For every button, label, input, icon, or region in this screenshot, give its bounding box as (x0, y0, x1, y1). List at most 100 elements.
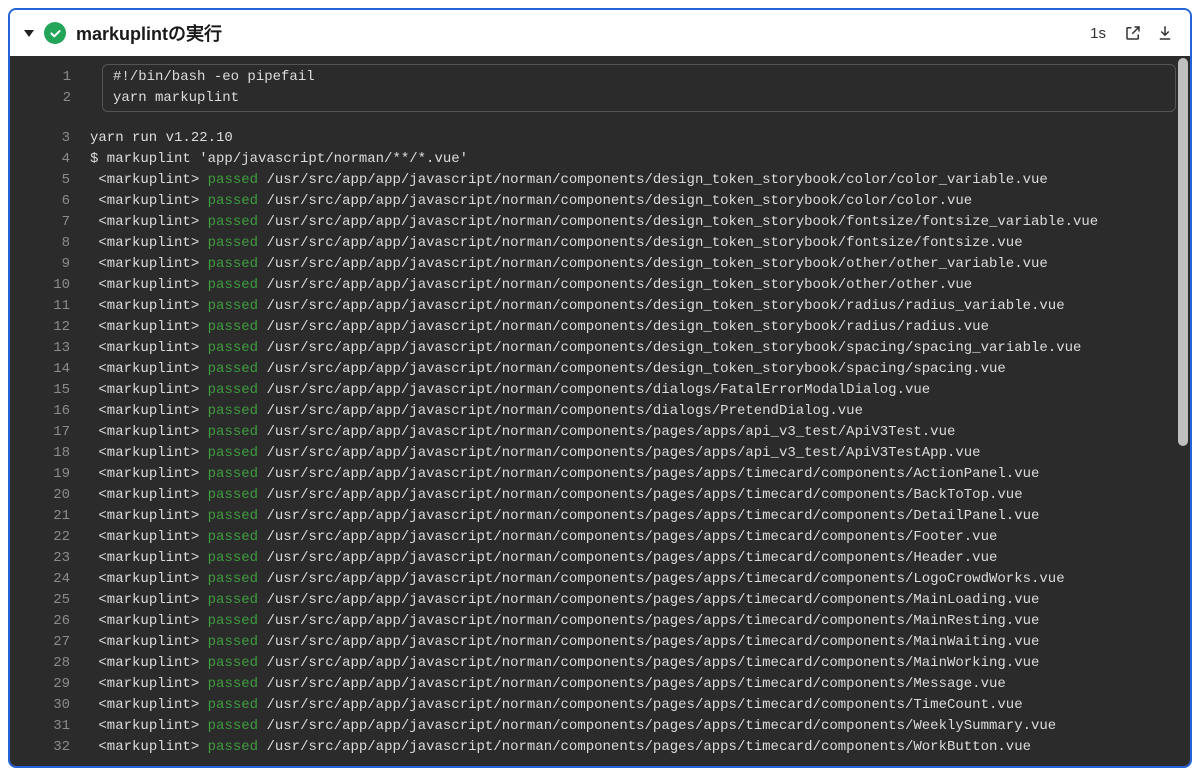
line-number: 12 (10, 317, 90, 338)
download-icon[interactable] (1154, 22, 1176, 44)
terminal-output: 1#!/bin/bash -eo pipefail2yarn markuplin… (10, 56, 1190, 766)
lint-result-line: 14 <markuplint> passed /usr/src/app/app/… (10, 359, 1190, 380)
lint-result-line: 17 <markuplint> passed /usr/src/app/app/… (10, 422, 1190, 443)
line-number: 23 (10, 548, 90, 569)
status-passed: passed (208, 170, 258, 191)
file-path: /usr/src/app/app/javascript/norman/compo… (266, 380, 930, 401)
line-number: 20 (10, 485, 90, 506)
tool-tag: <markuplint> (98, 254, 199, 275)
line-number: 13 (10, 338, 90, 359)
status-passed: passed (208, 401, 258, 422)
scrollbar[interactable] (1178, 58, 1188, 764)
line-number: 29 (10, 674, 90, 695)
status-passed: passed (208, 632, 258, 653)
step-panel: markuplintの実行 1s 1#!/bin/bash -eo pipefa… (8, 8, 1192, 768)
tool-tag: <markuplint> (98, 380, 199, 401)
line-number: 27 (10, 632, 90, 653)
command-line: 2yarn markuplint (103, 88, 1175, 109)
tool-tag: <markuplint> (98, 590, 199, 611)
file-path: /usr/src/app/app/javascript/norman/compo… (266, 527, 997, 548)
lint-result-line: 25 <markuplint> passed /usr/src/app/app/… (10, 590, 1190, 611)
lint-result-line: 28 <markuplint> passed /usr/src/app/app/… (10, 653, 1190, 674)
lint-result-line: 5 <markuplint> passed /usr/src/app/app/j… (10, 170, 1190, 191)
file-path: /usr/src/app/app/javascript/norman/compo… (266, 674, 1005, 695)
line-number: 7 (10, 212, 90, 233)
status-passed: passed (208, 422, 258, 443)
line-number: 4 (10, 149, 90, 170)
line-number: 26 (10, 611, 90, 632)
line-number: 19 (10, 464, 90, 485)
line-number: 6 (10, 191, 90, 212)
tool-tag: <markuplint> (98, 317, 199, 338)
line-number: 9 (10, 254, 90, 275)
lint-result-line: 15 <markuplint> passed /usr/src/app/app/… (10, 380, 1190, 401)
step-header[interactable]: markuplintの実行 1s (10, 10, 1190, 56)
output-line: 4$ markuplint 'app/javascript/norman/**/… (10, 149, 1190, 170)
lint-result-line: 12 <markuplint> passed /usr/src/app/app/… (10, 317, 1190, 338)
line-number: 5 (10, 170, 90, 191)
line-number: 16 (10, 401, 90, 422)
file-path: /usr/src/app/app/javascript/norman/compo… (266, 611, 1039, 632)
lint-result-line: 22 <markuplint> passed /usr/src/app/app/… (10, 527, 1190, 548)
status-passed: passed (208, 653, 258, 674)
lint-result-line: 8 <markuplint> passed /usr/src/app/app/j… (10, 233, 1190, 254)
status-passed: passed (208, 674, 258, 695)
file-path: /usr/src/app/app/javascript/norman/compo… (266, 590, 1039, 611)
line-number: 28 (10, 653, 90, 674)
tool-tag: <markuplint> (98, 233, 199, 254)
file-path: /usr/src/app/app/javascript/norman/compo… (266, 506, 1039, 527)
line-number: 1 (11, 67, 91, 88)
file-path: /usr/src/app/app/javascript/norman/compo… (266, 191, 972, 212)
file-path: /usr/src/app/app/javascript/norman/compo… (266, 422, 955, 443)
lint-result-line: 31 <markuplint> passed /usr/src/app/app/… (10, 716, 1190, 737)
file-path: /usr/src/app/app/javascript/norman/compo… (266, 716, 1056, 737)
line-number: 22 (10, 527, 90, 548)
lint-result-line: 32 <markuplint> passed /usr/src/app/app/… (10, 737, 1190, 758)
tool-tag: <markuplint> (98, 275, 199, 296)
tool-tag: <markuplint> (98, 653, 199, 674)
line-number: 3 (10, 128, 90, 149)
file-path: /usr/src/app/app/javascript/norman/compo… (266, 632, 1039, 653)
lint-result-line: 11 <markuplint> passed /usr/src/app/app/… (10, 296, 1190, 317)
tool-tag: <markuplint> (98, 695, 199, 716)
line-number: 11 (10, 296, 90, 317)
line-number: 32 (10, 737, 90, 758)
tool-tag: <markuplint> (98, 191, 199, 212)
file-path: /usr/src/app/app/javascript/norman/compo… (266, 359, 1005, 380)
line-number: 25 (10, 590, 90, 611)
file-path: /usr/src/app/app/javascript/norman/compo… (266, 254, 1047, 275)
status-passed: passed (208, 191, 258, 212)
tool-tag: <markuplint> (98, 359, 199, 380)
command-box: 1#!/bin/bash -eo pipefail2yarn markuplin… (102, 64, 1176, 112)
scrollbar-thumb[interactable] (1178, 58, 1188, 446)
file-path: /usr/src/app/app/javascript/norman/compo… (266, 548, 997, 569)
status-passed: passed (208, 737, 258, 758)
status-passed: passed (208, 485, 258, 506)
lint-result-line: 16 <markuplint> passed /usr/src/app/app/… (10, 401, 1190, 422)
file-path: /usr/src/app/app/javascript/norman/compo… (266, 212, 1098, 233)
file-path: /usr/src/app/app/javascript/norman/compo… (266, 653, 1039, 674)
status-passed: passed (208, 443, 258, 464)
collapse-caret-icon[interactable] (24, 30, 34, 37)
open-external-icon[interactable] (1122, 22, 1144, 44)
tool-tag: <markuplint> (98, 674, 199, 695)
status-passed: passed (208, 548, 258, 569)
status-passed: passed (208, 212, 258, 233)
status-passed: passed (208, 569, 258, 590)
code-area: 1#!/bin/bash -eo pipefail2yarn markuplin… (10, 56, 1190, 764)
line-number: 14 (10, 359, 90, 380)
line-number: 21 (10, 506, 90, 527)
lint-result-line: 30 <markuplint> passed /usr/src/app/app/… (10, 695, 1190, 716)
status-passed: passed (208, 506, 258, 527)
status-passed: passed (208, 527, 258, 548)
tool-tag: <markuplint> (98, 569, 199, 590)
step-duration: 1s (1090, 25, 1106, 42)
tool-tag: <markuplint> (98, 611, 199, 632)
file-path: /usr/src/app/app/javascript/norman/compo… (266, 443, 980, 464)
tool-tag: <markuplint> (98, 548, 199, 569)
lint-result-line: 29 <markuplint> passed /usr/src/app/app/… (10, 674, 1190, 695)
line-number: 15 (10, 380, 90, 401)
tool-tag: <markuplint> (98, 443, 199, 464)
line-number: 30 (10, 695, 90, 716)
file-path: /usr/src/app/app/javascript/norman/compo… (266, 170, 1047, 191)
